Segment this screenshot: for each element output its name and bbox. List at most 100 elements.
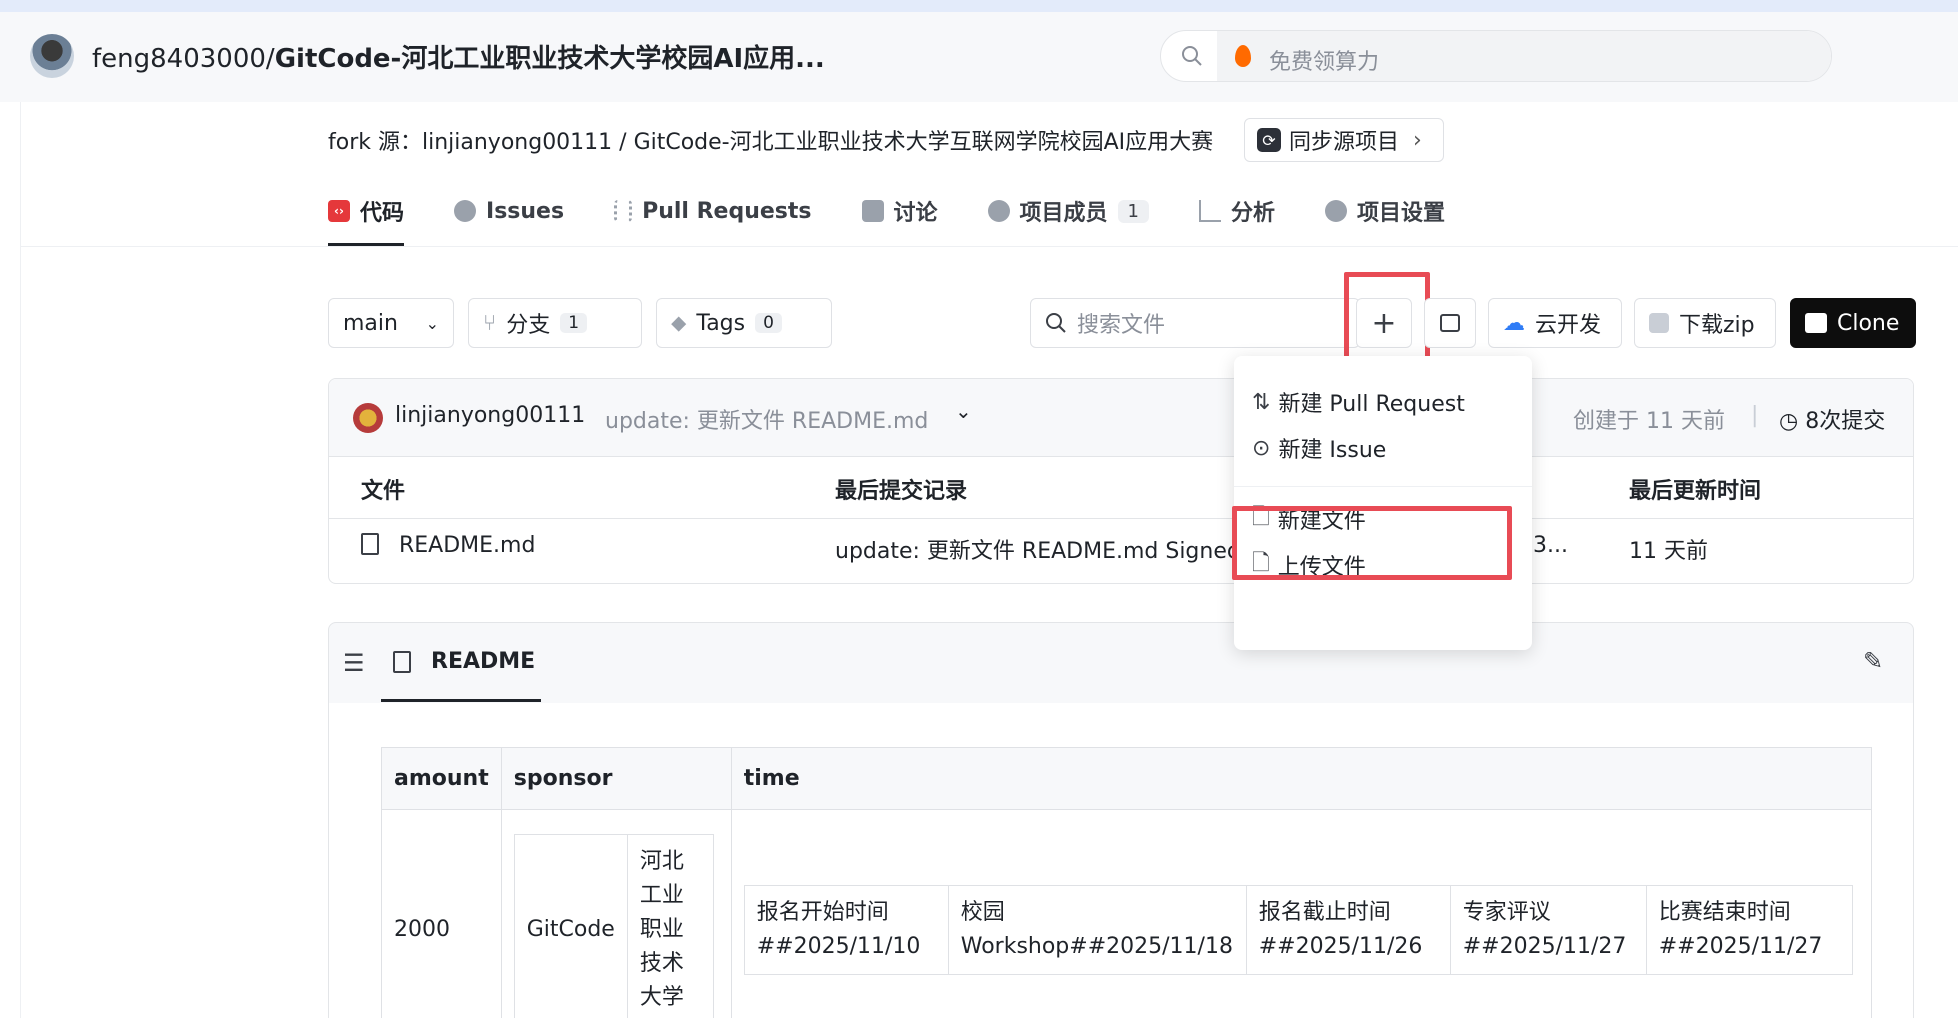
tab-label: Pull Requests xyxy=(642,198,812,224)
download-icon xyxy=(1649,313,1669,333)
timeline-label: 专家评议 xyxy=(1462,899,1551,925)
menu-item-label: 新建 Issue xyxy=(1278,438,1387,463)
readme-title[interactable]: README xyxy=(431,649,535,674)
tags-button[interactable]: ⬥ Tags 0 xyxy=(656,298,832,348)
file-table-header: 文件 最后提交记录 最后更新时间 xyxy=(329,457,1913,519)
column-updated: 最后更新时间 xyxy=(1629,479,1762,504)
time-cell: 报名开始时间 ##2025/11/10 校园 Workshop##2025/11/1… xyxy=(730,809,1872,1018)
timeline-date: ##2025/11/27 xyxy=(1658,933,1823,959)
table-row[interactable]: README.md update: 更新文件 README.md Signed … xyxy=(329,519,1913,583)
branch-icon: ⑂ xyxy=(483,310,497,336)
repo-tabs: ‹› 代码 Issues Pull Requests 讨论 项目成员 1 分析 项目… xyxy=(328,188,1495,248)
file-updated-time: 11 天前 xyxy=(1629,539,1708,564)
browser-top-strip xyxy=(0,0,1958,12)
chevron-down-icon[interactable]: ⌄ xyxy=(955,399,972,423)
global-search[interactable]: 免费领算力 xyxy=(1160,30,1832,82)
tab-label: 代码 xyxy=(360,201,405,226)
clone-button[interactable]: Clone xyxy=(1790,298,1916,348)
author-avatar[interactable] xyxy=(353,403,383,433)
latest-commit-bar: linjianyong00111 update: 更新文件 README.md … xyxy=(329,379,1913,457)
file-icon xyxy=(361,533,379,555)
sync-icon: ⟳ xyxy=(1257,128,1281,152)
menu-divider xyxy=(1234,486,1532,487)
members-icon xyxy=(987,200,1010,222)
tab-label: 分析 xyxy=(1231,201,1276,226)
sponsor-name: GitCode xyxy=(513,833,628,1018)
column-last-commit: 最后提交记录 xyxy=(835,479,968,504)
tags-count: 0 xyxy=(755,313,782,333)
chart-icon xyxy=(1199,200,1221,222)
readme-header: ☰ README ✎ xyxy=(329,623,1913,703)
tab-label: 讨论 xyxy=(893,201,938,226)
global-search-placeholder: 免费领算力 xyxy=(1269,50,1380,75)
tab-settings[interactable]: 项目设置 xyxy=(1325,188,1445,234)
toc-menu-icon[interactable]: ☰ xyxy=(343,649,365,677)
created-time: 创建于 11 天前 xyxy=(1573,409,1725,434)
clone-label: Clone xyxy=(1837,310,1900,336)
file-search-placeholder: 搜索文件 xyxy=(1077,313,1166,338)
tabs-divider xyxy=(20,246,1958,247)
file-search-input[interactable]: 搜索文件 xyxy=(1030,298,1360,348)
timeline-date: ##2025/11/26 xyxy=(1258,933,1423,959)
add-button[interactable]: + xyxy=(1356,298,1412,348)
add-dropdown-menu: ⇅ 新建 Pull Request ⊙ 新建 Issue 🗋 新建文件 🗋 上传文件 xyxy=(1234,356,1532,650)
tab-discussions[interactable]: 讨论 xyxy=(861,188,938,234)
menu-item-new-issue[interactable]: ⊙ 新建 Issue xyxy=(1252,432,1386,464)
ide-button[interactable] xyxy=(1424,298,1476,348)
repo-owner: feng8403000/ xyxy=(92,44,275,74)
tag-icon: ⬥ xyxy=(671,310,687,336)
sponsor-table: GitCode 河北 工业 职业 技术 大学 xyxy=(513,833,714,1018)
divider: | xyxy=(1751,403,1759,428)
commit-author[interactable]: linjianyong00111 xyxy=(395,403,585,428)
menu-item-new-pull-request[interactable]: ⇅ 新建 Pull Request xyxy=(1252,386,1465,418)
fork-source[interactable]: fork 源：linjianyong00111 / GitCode-河北工业职业… xyxy=(328,124,1213,156)
cloud-dev-label: 云开发 xyxy=(1535,313,1602,338)
cloud-icon: ☁ xyxy=(1503,310,1525,336)
timeline-table: 报名开始时间 ##2025/11/10 校园 Workshop##2025/11/1… xyxy=(743,884,1853,975)
sync-source-button[interactable]: ⟳ 同步源项目 › xyxy=(1244,118,1444,162)
commit-count-label: 8次提交 xyxy=(1805,409,1886,434)
commit-count[interactable]: ◷ 8次提交 xyxy=(1779,403,1885,435)
file-name[interactable]: README.md xyxy=(399,533,535,558)
timeline-item: 比赛结束时间 ##2025/11/27 xyxy=(1645,884,1853,975)
timeline-date: ##2025/11/27 xyxy=(1462,933,1627,959)
timeline-item: 校园 Workshop##2025/11/18 xyxy=(947,884,1247,975)
header-amount: amount xyxy=(381,747,502,810)
tab-issues[interactable]: Issues xyxy=(454,188,564,234)
tab-code[interactable]: ‹› 代码 xyxy=(328,188,405,246)
terminal-icon xyxy=(1805,313,1827,333)
search-icon xyxy=(1182,46,1202,66)
sponsor-org: 河北 工业 职业 技术 大学 xyxy=(626,833,714,1018)
readme-tab-underline xyxy=(381,699,541,702)
chevron-down-icon: ⌄ xyxy=(425,313,439,333)
timeline-label: 比赛结束时间 xyxy=(1658,899,1791,925)
amount-cell: 2000 xyxy=(381,809,502,1018)
edit-icon[interactable]: ✎ xyxy=(1863,647,1883,675)
tab-pull-requests[interactable]: Pull Requests xyxy=(614,188,812,234)
branches-count: 1 xyxy=(560,313,588,333)
chevron-right-icon: › xyxy=(1413,127,1422,153)
clock-icon: ◷ xyxy=(1779,409,1799,434)
branches-label: 分支 xyxy=(506,313,551,338)
timeline-label: 校园 xyxy=(960,899,1005,925)
download-zip-button[interactable]: 下载zip xyxy=(1634,298,1776,348)
cloud-dev-button[interactable]: ☁ 云开发 xyxy=(1488,298,1622,348)
tab-analytics[interactable]: 分析 xyxy=(1199,188,1275,234)
highlight-new-file xyxy=(1232,506,1512,580)
tab-label: 项目成员 xyxy=(1019,201,1108,226)
repo-title[interactable]: feng8403000/GitCode-河北工业职业技术大学校园AI应用... xyxy=(92,38,825,75)
commit-message[interactable]: update: 更新文件 README.md xyxy=(605,403,928,435)
user-avatar[interactable] xyxy=(30,34,74,78)
ide-icon xyxy=(1440,314,1460,332)
file-commit-message[interactable]: update: 更新文件 README.md Signed xyxy=(835,533,1241,565)
file-panel: linjianyong00111 update: 更新文件 README.md … xyxy=(328,378,1914,584)
file-commit-hash[interactable]: 3... xyxy=(1533,533,1568,558)
tags-label: Tags xyxy=(696,310,746,336)
branch-select[interactable]: main ⌄ xyxy=(328,298,454,348)
branches-button[interactable]: ⑂ 分支 1 xyxy=(468,298,642,348)
timeline-label: 报名截止时间 xyxy=(1258,899,1391,925)
column-file: 文件 xyxy=(361,479,406,504)
branch-name: main xyxy=(343,310,398,336)
discussion-icon xyxy=(861,200,884,222)
tab-members[interactable]: 项目成员 1 xyxy=(987,188,1149,234)
